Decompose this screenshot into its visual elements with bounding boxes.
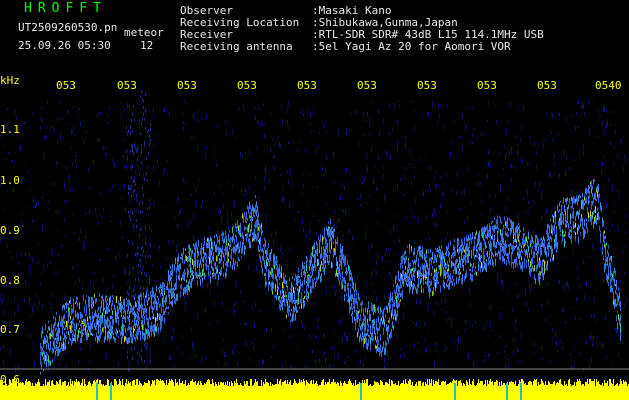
x-tick-7: 053 <box>417 79 437 92</box>
x-tick-10: 0540 <box>595 79 622 92</box>
mode-tag: meteor <box>124 26 164 39</box>
x-tick-3: 053 <box>177 79 197 92</box>
spectrogram-background <box>0 90 627 372</box>
location-label: Receiving Location <box>180 16 300 29</box>
y-tick-0.7: 0.7 <box>0 323 20 336</box>
y-tick-0.8: 0.8 <box>0 274 20 287</box>
x-tick-4: 053 <box>237 79 257 92</box>
app-title: HROFFT <box>24 1 107 16</box>
x-tick-1: 053 <box>56 79 76 92</box>
y-tick-0.9: 0.9 <box>0 224 20 237</box>
count-value: 12 <box>140 39 154 52</box>
spectrogram <box>0 90 629 400</box>
observer-label: Observer <box>180 4 233 17</box>
antenna-label: Receiving antenna <box>180 40 293 53</box>
x-tick-2: 053 <box>117 79 137 92</box>
observer-value: :Masaki Kano <box>312 4 392 17</box>
location-value: :Shibukawa,Gunma,Japan <box>312 16 458 29</box>
y-unit-label: kHz <box>0 74 20 87</box>
antenna-value: :5el Yagi Az 20 for Aomori VOR <box>312 40 511 53</box>
receiver-label: Receiver <box>180 28 233 41</box>
doppler-signal-trace <box>40 179 621 375</box>
date-time: 25.09.26 05:30 <box>18 39 111 52</box>
file-name: UT2509260530.pn <box>18 21 118 34</box>
y-tick-1.0: 1.0 <box>0 174 20 187</box>
x-tick-9: 053 <box>537 79 557 92</box>
x-tick-8: 053 <box>477 79 497 92</box>
y-tick-1.1: 1.1 <box>0 123 20 136</box>
x-tick-6: 053 <box>357 79 377 92</box>
receiver-value: :RTL-SDR SDR# 43dB L15 114.1MHz USB <box>312 28 544 41</box>
noise-floor-band <box>0 379 629 400</box>
x-tick-5: 053 <box>297 79 317 92</box>
y-tick-0.6: 0.6 <box>0 373 20 386</box>
